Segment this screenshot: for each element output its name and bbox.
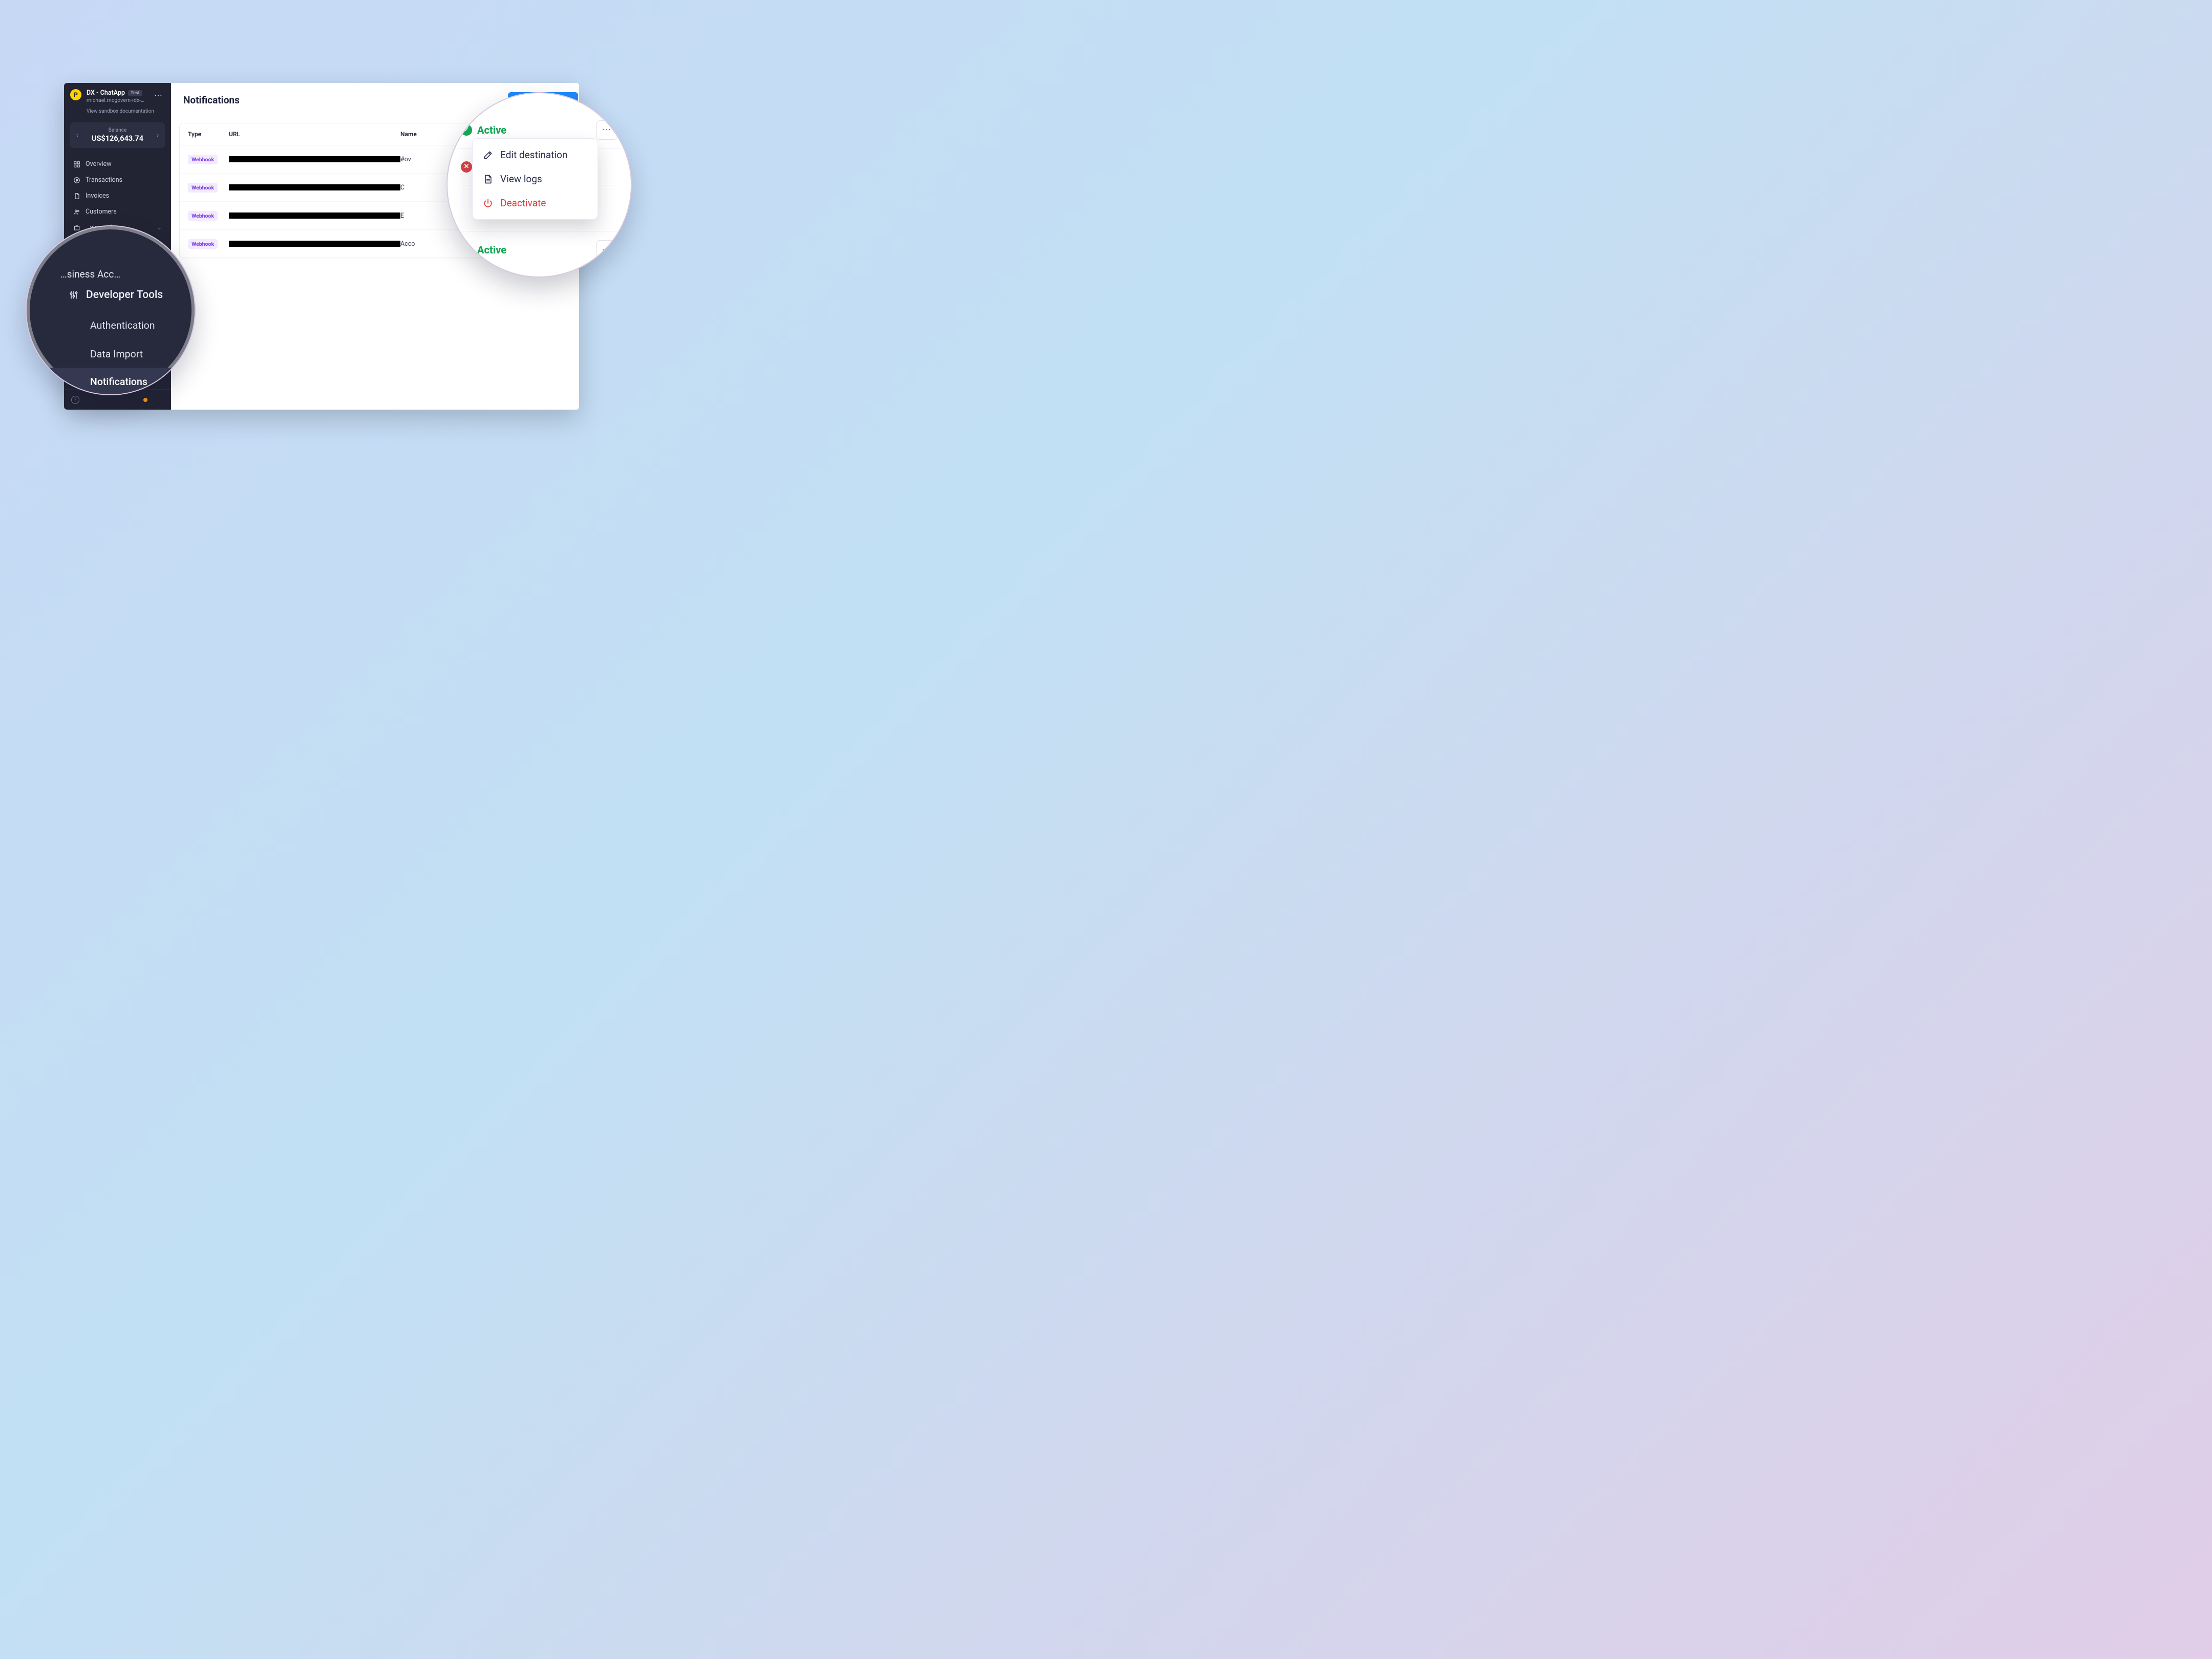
sidebar-item-label: Developer Tools: [86, 289, 163, 301]
account-email: michael.mcgovern+dx-chatap...: [87, 97, 147, 103]
zoom-lens-sidebar: …siness Acc… Developer Tools Authenticat…: [26, 225, 196, 395]
pencil-icon: [483, 150, 493, 160]
url-redacted: [229, 241, 400, 247]
page-title: Notifications: [183, 94, 240, 106]
menu-item-label: View logs: [500, 173, 542, 185]
overview-icon: [73, 161, 80, 168]
sidebar-item-label: Invoices: [86, 192, 109, 200]
sandbox-doc-link[interactable]: View sandbox documentation: [64, 107, 171, 119]
sidebar-item-label: Customers: [86, 208, 117, 216]
transactions-icon: [73, 177, 80, 184]
balance-prev-button[interactable]: ‹: [74, 132, 80, 139]
sidebar-item-notifications[interactable]: Notifications: [90, 376, 147, 388]
sidebar-item-label: …siness Acc…: [60, 268, 120, 280]
power-icon: [483, 198, 493, 208]
col-type: Type: [188, 131, 229, 138]
sidebar-item-data-import[interactable]: Data Import: [90, 348, 143, 360]
account-menu-button[interactable]: ⋯: [152, 89, 165, 101]
invoices-icon: [73, 193, 80, 200]
balance-next-button[interactable]: ›: [155, 132, 161, 139]
menu-item-label: Edit destination: [500, 149, 567, 161]
help-icon[interactable]: ?: [71, 396, 79, 404]
check-icon: ✓: [461, 244, 472, 256]
type-badge: Webhook: [188, 155, 218, 164]
notification-dot-icon: [143, 398, 147, 402]
type-badge: Webhook: [188, 183, 218, 193]
sidebar-item-authentication[interactable]: Authentication: [90, 320, 155, 331]
sidebar-item-overview[interactable]: Overview: [66, 156, 169, 172]
row-actions-button[interactable]: ⋯: [596, 240, 618, 260]
menu-item-label: Deactivate: [500, 197, 546, 209]
status-badge: ✓ Active: [461, 244, 506, 256]
url-redacted: [229, 184, 400, 190]
logo-icon: P: [70, 89, 81, 100]
sidebar-item-transactions[interactable]: Transactions: [66, 172, 169, 188]
zoom-lens-actions: ✓ Active ⋯ ✕ ⋯ ✓ Active ⋯: [446, 92, 632, 278]
menu-item-deactivate[interactable]: Deactivate: [473, 191, 598, 215]
balance-amount: US$126,643.74: [80, 134, 155, 143]
app-name: DX - ChatApp: [87, 89, 125, 97]
status-badge: ✓ Active: [461, 124, 506, 136]
error-icon: ✕: [461, 161, 472, 173]
menu-item-view-logs[interactable]: View logs: [473, 167, 598, 191]
status-badge: ✕: [461, 161, 472, 173]
url-redacted: [229, 212, 400, 219]
document-icon: [483, 174, 493, 184]
sidebar-header: P DX - ChatApp Test michael.mcgovern+dx-…: [64, 83, 171, 107]
customers-icon: [73, 208, 80, 216]
balance-card: ‹ Balance US$126,643.74 ›: [70, 122, 165, 148]
type-badge: Webhook: [188, 211, 218, 221]
sliders-icon: [69, 290, 79, 300]
sidebar-item-label: Transactions: [86, 176, 122, 184]
test-badge: Test: [128, 90, 142, 96]
col-url: URL: [229, 131, 400, 138]
sidebar-item-customers[interactable]: Customers: [66, 204, 169, 220]
sidebar-item-invoices[interactable]: Invoices: [66, 188, 169, 204]
sidebar-title-col: DX - ChatApp Test michael.mcgovern+dx-ch…: [87, 89, 147, 103]
check-icon: ✓: [461, 124, 472, 136]
sidebar-item-label: Overview: [86, 160, 112, 168]
balance-label: Balance: [80, 127, 155, 133]
url-redacted: [229, 156, 400, 162]
row-actions-menu: Edit destination View logs Deactivate: [472, 138, 598, 220]
menu-item-edit-destination[interactable]: Edit destination: [473, 143, 598, 167]
sidebar-item-developer-tools[interactable]: Developer Tools: [69, 289, 163, 301]
row-actions-button[interactable]: ⋯: [596, 120, 618, 140]
sidebar-nav: Overview Transactions Invoices Customers: [64, 156, 171, 236]
table-row: ✓ Active ⋯: [458, 231, 621, 268]
